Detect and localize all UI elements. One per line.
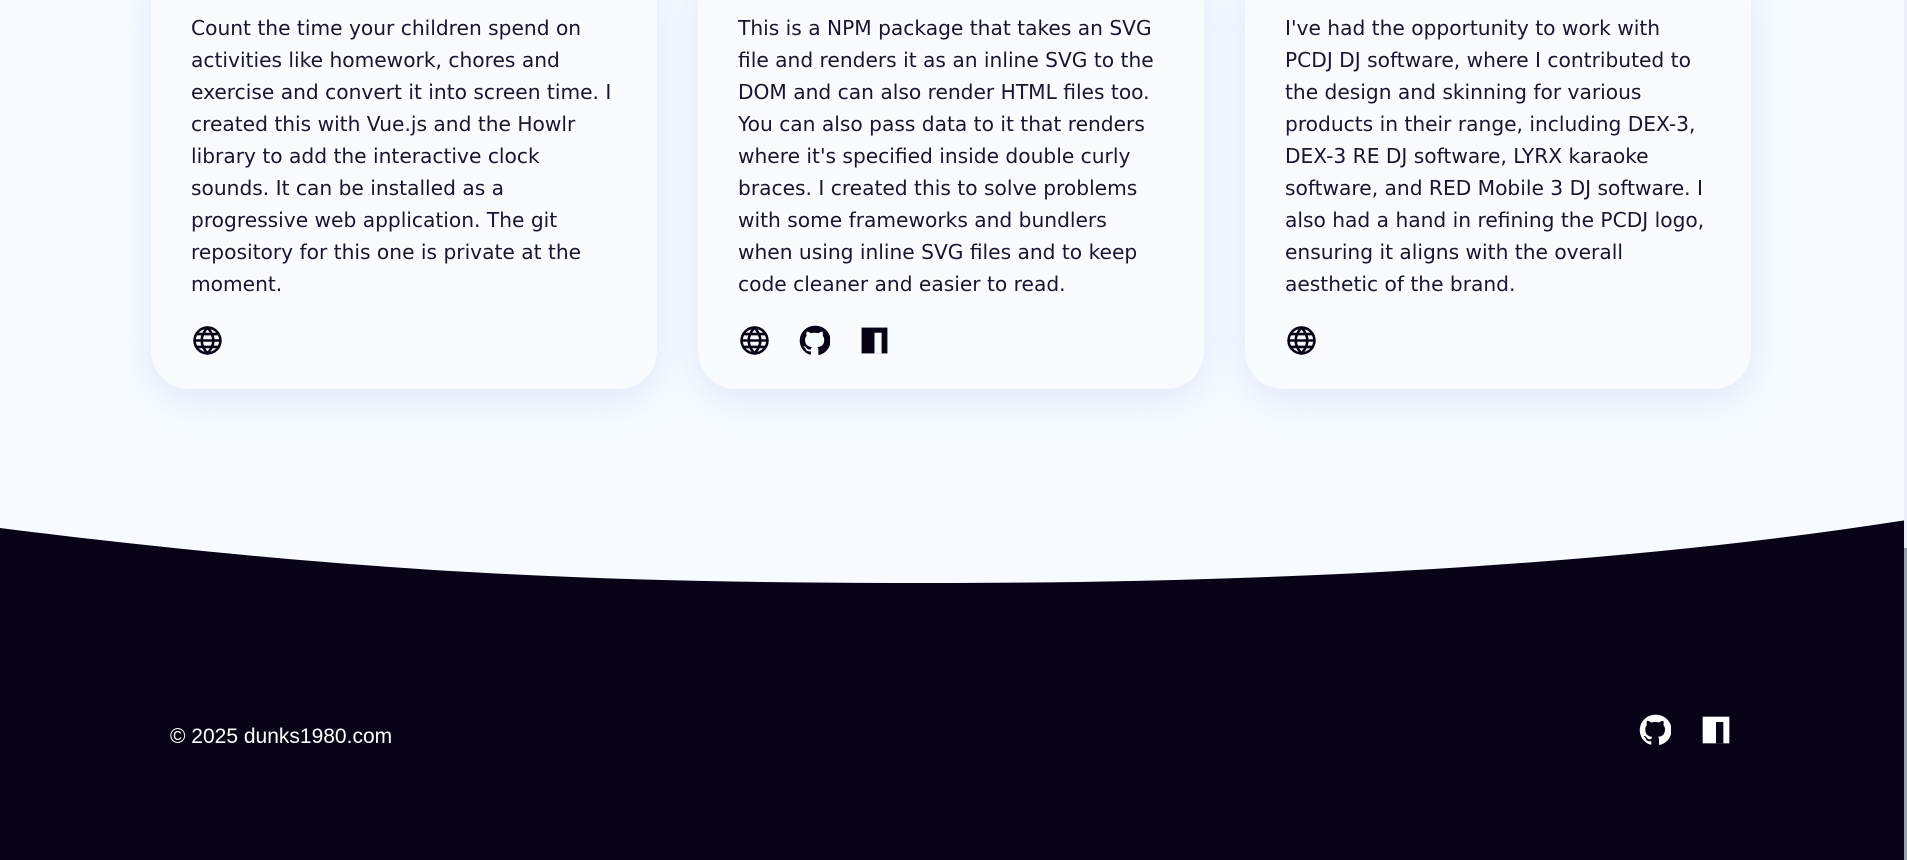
project-description: I've had the opportunity to work with PC… — [1285, 16, 1705, 296]
site-footer: © 2025 dunks1980.com — [0, 515, 1907, 860]
project-links — [191, 324, 223, 356]
github-icon[interactable] — [798, 324, 830, 356]
project-links — [1285, 324, 1317, 356]
globe-icon[interactable] — [738, 324, 770, 356]
globe-icon[interactable] — [1285, 324, 1317, 356]
project-card-inline-svg: This is a NPM package that takes an SVG … — [698, 0, 1204, 389]
copyright-text: © 2025 dunks1980.com — [170, 725, 393, 748]
github-icon[interactable] — [1639, 714, 1671, 746]
npm-icon[interactable] — [1700, 714, 1732, 746]
portfolio-page: Count the time your children spend on ac… — [0, 0, 1907, 860]
project-card-screen-time: Count the time your children spend on ac… — [151, 0, 657, 389]
project-description: This is a NPM package that takes an SVG … — [738, 16, 1154, 296]
npm-icon[interactable] — [858, 324, 890, 356]
project-card-pcdj: I've had the opportunity to work with PC… — [1245, 0, 1751, 389]
footer-social-links — [1639, 714, 1732, 746]
globe-icon[interactable] — [191, 324, 223, 356]
project-description: Count the time your children spend on ac… — [191, 16, 612, 296]
project-links — [738, 324, 890, 356]
projects-section: Count the time your children spend on ac… — [151, 0, 1751, 389]
